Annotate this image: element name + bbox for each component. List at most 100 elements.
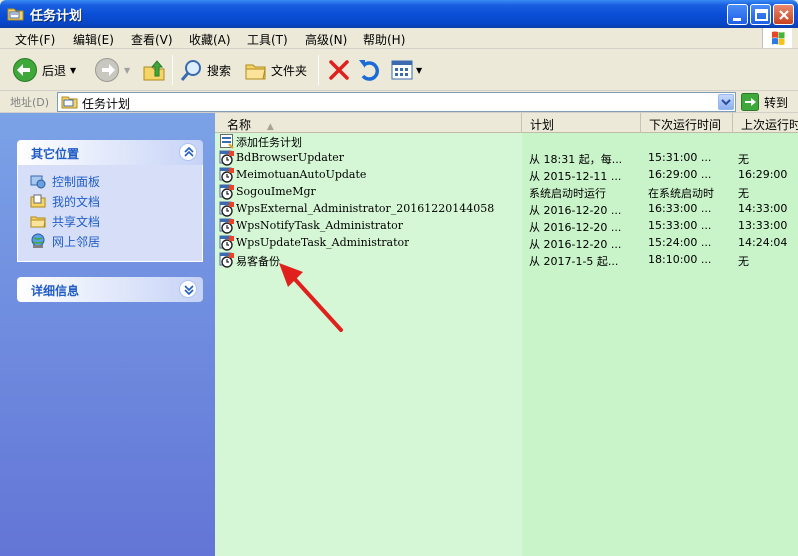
close-button[interactable] xyxy=(773,4,794,25)
collapse-button[interactable] xyxy=(179,143,197,161)
sidebar-link-label: 网上邻居 xyxy=(52,234,101,249)
menu-view[interactable]: 查看(V) xyxy=(131,31,173,48)
row-name: 易客备份 xyxy=(236,255,280,268)
sidebar-link-label: 我的文档 xyxy=(52,194,101,209)
row-last-run: 无 xyxy=(738,187,749,200)
row-schedule: 从 2016-12-20 ... xyxy=(529,221,622,234)
menu-edit[interactable]: 编辑(E) xyxy=(73,31,114,48)
task-icon xyxy=(219,218,234,234)
other-places-header[interactable]: 其它位置 xyxy=(17,140,203,165)
address-input[interactable]: 任务计划 xyxy=(57,92,736,112)
close-icon xyxy=(779,10,789,20)
views-button[interactable]: ▼ xyxy=(390,54,422,86)
expand-button[interactable] xyxy=(179,280,197,298)
maximize-button[interactable] xyxy=(750,4,771,25)
row-next-run: 15:24:00 ... xyxy=(648,236,712,249)
menu-help[interactable]: 帮助(H) xyxy=(363,31,405,48)
row-next-run: 18:10:00 ... xyxy=(648,253,712,266)
column-header-name[interactable]: 名称 ▲ xyxy=(215,113,522,133)
row-schedule: 从 2016-12-20 ... xyxy=(529,238,622,251)
table-row[interactable]: 易客备份 从 2017-1-5 起... 18:10:00 ... 无 xyxy=(215,252,798,269)
forward-button[interactable]: ▼ xyxy=(94,54,130,86)
menu-file[interactable]: 文件(F) xyxy=(15,31,55,48)
row-next-run: 15:33:00 ... xyxy=(648,219,712,232)
row-last-run: 14:24:04 xyxy=(738,236,788,249)
task-icon xyxy=(219,184,234,200)
minimize-button[interactable] xyxy=(727,4,748,25)
column-header-schedule[interactable]: 计划 xyxy=(522,113,641,133)
sidebar-link-control-panel[interactable]: 控制面板 xyxy=(30,172,100,190)
row-name: BdBrowserUpdater xyxy=(236,151,345,164)
row-schedule: 从 2017-1-5 起... xyxy=(529,255,619,268)
row-schedule: 系统启动时运行 xyxy=(529,187,606,200)
row-name: WpsExternal_Administrator_20161220144058 xyxy=(236,202,495,215)
minimize-icon xyxy=(733,18,741,21)
menu-advanced[interactable]: 高级(N) xyxy=(305,31,347,48)
maximize-icon xyxy=(755,9,768,21)
folders-label: 文件夹 xyxy=(271,63,308,78)
details-title: 详细信息 xyxy=(31,284,80,298)
table-row[interactable]: WpsNotifyTask_Administrator 从 2016-12-20 … xyxy=(215,218,798,235)
sidebar-link-network-places[interactable]: 网上邻居 xyxy=(30,232,100,250)
column-header-next-run[interactable]: 下次运行时间 xyxy=(641,113,733,133)
sidebar-link-my-documents[interactable]: 我的文档 xyxy=(30,192,100,210)
table-row[interactable]: SogouImeMgr 系统启动时运行 在系统启动时 无 xyxy=(215,184,798,201)
title-bar: 任务计划 xyxy=(0,0,798,28)
row-name: WpsNotifyTask_Administrator xyxy=(236,219,404,232)
table-row[interactable]: WpsUpdateTask_Administrator 从 2016-12-20 … xyxy=(215,235,798,252)
row-next-run: 16:29:00 ... xyxy=(648,168,712,181)
table-row[interactable]: BdBrowserUpdater 从 18:31 起，每... 15:31:00 .… xyxy=(215,150,798,167)
folders-button[interactable]: 文件夹 xyxy=(243,54,307,86)
delete-x-icon xyxy=(329,60,349,80)
delete-button[interactable] xyxy=(326,54,352,86)
scheduled-tasks-folder-icon xyxy=(61,96,78,109)
row-last-run: 13:33:00 xyxy=(738,219,788,232)
network-places-icon xyxy=(31,233,45,248)
undo-icon xyxy=(359,60,379,81)
sort-ascending-icon: ▲ xyxy=(266,122,274,132)
go-label: 转到 xyxy=(764,95,789,110)
menu-favorites[interactable]: 收藏(A) xyxy=(189,31,231,48)
task-icon xyxy=(219,235,234,251)
table-row[interactable]: MeimotuanAutoUpdate 从 2015-12-11 ... 16:29… xyxy=(215,167,798,184)
sidebar-link-shared-documents[interactable]: 共享文档 xyxy=(30,212,100,230)
table-row[interactable]: WpsExternal_Administrator_20161220144058… xyxy=(215,201,798,218)
undo-button[interactable] xyxy=(356,54,382,86)
forward-dropdown-icon[interactable]: ▼ xyxy=(124,66,130,75)
chevron-down-icon xyxy=(721,99,731,106)
back-label: 后退 xyxy=(42,63,67,78)
menu-tools[interactable]: 工具(T) xyxy=(247,31,288,48)
up-folder-icon xyxy=(143,60,165,81)
views-icon xyxy=(391,60,413,80)
task-icon xyxy=(219,167,234,183)
other-places-panel: 控制面板 我的文档 共享文档 网上邻居 xyxy=(17,165,203,262)
row-last-run: 无 xyxy=(738,153,749,166)
chevron-down-icon xyxy=(184,285,194,296)
address-bar: 地址(D) 任务计划 转到 xyxy=(0,91,798,113)
control-panel-icon xyxy=(30,175,46,189)
row-name: 添加任务计划 xyxy=(236,136,302,149)
up-folder-button[interactable] xyxy=(141,54,167,86)
row-schedule: 从 2015-12-11 ... xyxy=(529,170,622,183)
table-row[interactable]: 添加任务计划 xyxy=(215,133,798,150)
task-icon xyxy=(219,201,234,217)
details-header[interactable]: 详细信息 xyxy=(17,277,203,302)
sidebar-link-label: 共享文档 xyxy=(52,214,101,229)
window-title: 任务计划 xyxy=(30,9,83,24)
task-icon xyxy=(219,252,234,268)
search-button[interactable]: 搜索 xyxy=(179,54,231,86)
row-next-run: 16:33:00 ... xyxy=(648,202,712,215)
toolbar: 后退 ▼ ▼ 搜索 文件夹 ▼ xyxy=(0,49,798,91)
row-schedule: 从 2016-12-20 ... xyxy=(529,204,622,217)
my-documents-icon xyxy=(30,194,46,208)
go-button[interactable]: 转到 xyxy=(741,93,788,111)
row-last-run: 16:29:00 xyxy=(738,168,788,181)
search-icon xyxy=(180,60,201,81)
column-header-last-run[interactable]: 上次运行时 xyxy=(733,113,798,133)
views-dropdown-icon[interactable]: ▼ xyxy=(416,66,422,75)
folders-icon xyxy=(245,64,266,80)
back-dropdown-icon[interactable]: ▼ xyxy=(70,66,76,75)
address-dropdown-button[interactable] xyxy=(718,94,734,110)
row-schedule: 从 18:31 起，每... xyxy=(529,153,623,166)
back-button[interactable]: 后退 ▼ xyxy=(12,54,76,86)
